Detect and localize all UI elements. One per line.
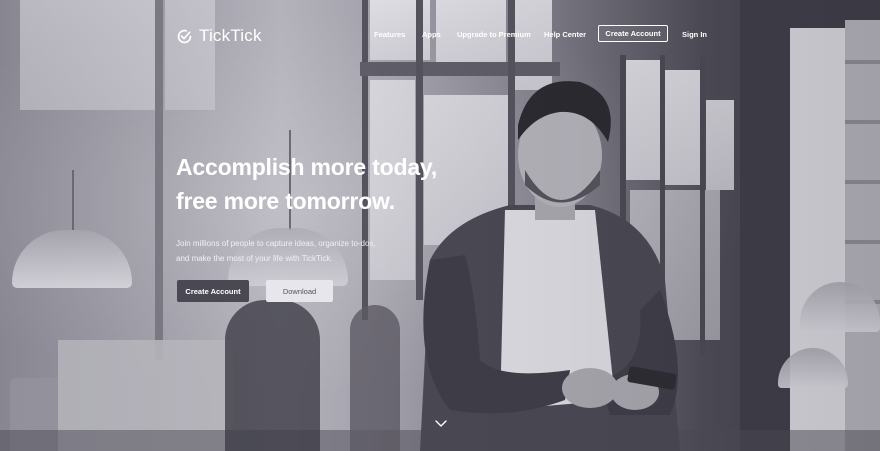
top-navigation: Features Apps Upgrade to Premium Help Ce…	[0, 25, 880, 45]
nav-link-features[interactable]: Features	[374, 30, 405, 39]
hero-subtext-line-1: Join millions of people to capture ideas…	[176, 239, 376, 248]
hero-create-account-button[interactable]: Create Account	[177, 280, 249, 302]
hero-download-button[interactable]: Download	[266, 280, 333, 302]
nav-link-apps[interactable]: Apps	[422, 30, 441, 39]
header-create-account-button[interactable]: Create Account	[598, 25, 668, 42]
sign-in-link[interactable]: Sign In	[682, 30, 707, 39]
hero-subtext: Join millions of people to capture ideas…	[176, 236, 376, 266]
hero-subtext-line-2: and make the most of your life with Tick…	[176, 254, 333, 263]
hero-headline-line-1: Accomplish more today,	[176, 154, 438, 180]
hero-background-photo	[0, 0, 880, 451]
nav-link-upgrade-premium[interactable]: Upgrade to Premium	[457, 30, 531, 39]
chevron-down-icon[interactable]	[434, 419, 448, 429]
hero-headline: Accomplish more today, free more tomorro…	[176, 150, 437, 218]
hero-headline-line-2: free more tomorrow.	[176, 188, 396, 214]
nav-link-help-center[interactable]: Help Center	[544, 30, 586, 39]
